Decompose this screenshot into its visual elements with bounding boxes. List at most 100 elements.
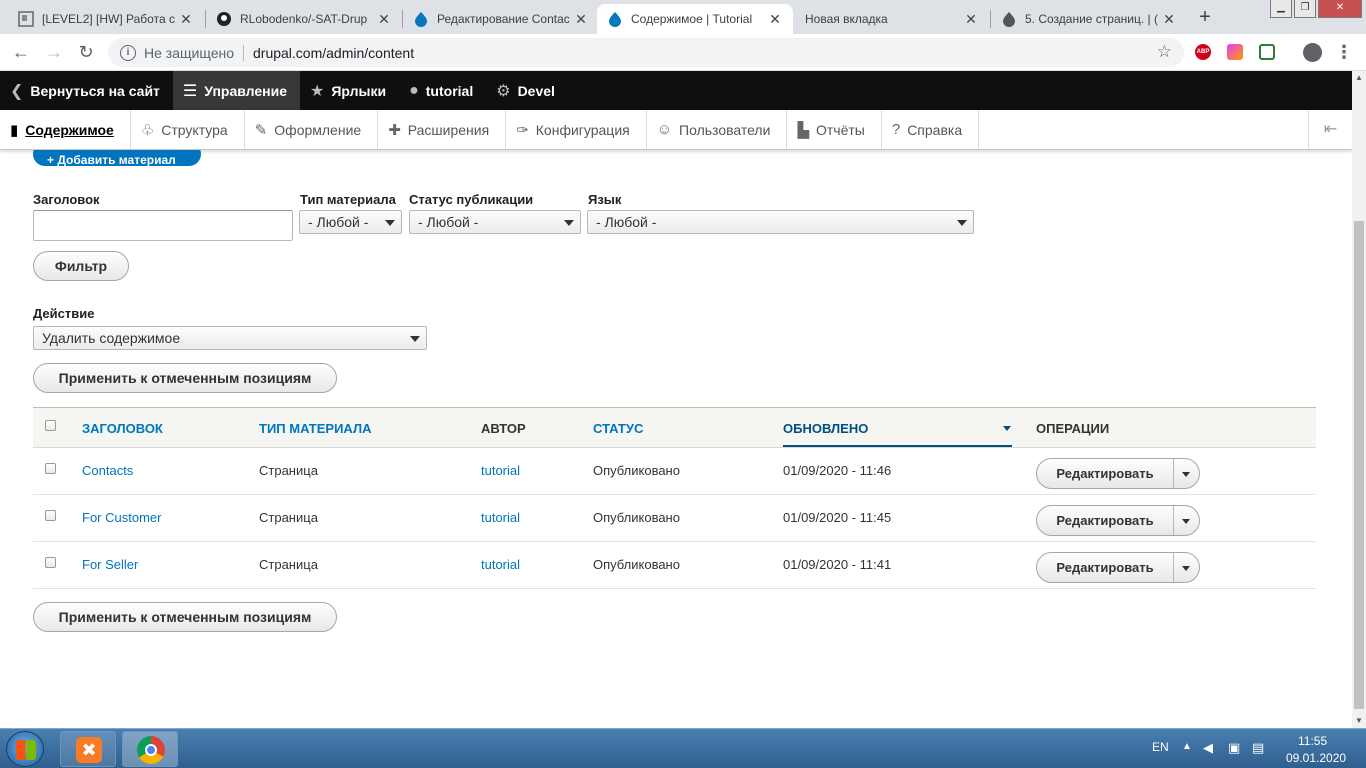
- scroll-down-icon[interactable]: ▼: [1352, 714, 1366, 728]
- language-indicator[interactable]: EN: [1152, 740, 1169, 754]
- row-checkbox[interactable]: [45, 557, 56, 568]
- extension-icon[interactable]: [1227, 44, 1243, 60]
- puzzle-icon: ✚: [388, 121, 401, 139]
- title-filter-input[interactable]: [33, 210, 293, 241]
- tray-item-content[interactable]: ▮ Содержимое: [0, 110, 131, 149]
- row-updated: 01/09/2020 - 11:45: [783, 510, 892, 525]
- type-filter-select[interactable]: - Любой -: [299, 210, 402, 234]
- row-title-link[interactable]: For Customer: [82, 510, 161, 525]
- url-text[interactable]: drupal.com/admin/content: [253, 45, 414, 61]
- browser-tab[interactable]: Новая вкладка ✕: [793, 4, 989, 34]
- browser-tab[interactable]: [LEVEL2] [HW] Работа с т ✕: [8, 4, 204, 34]
- close-icon[interactable]: ✕: [573, 11, 589, 28]
- clock-date[interactable]: 09.01.2020: [1286, 751, 1346, 765]
- toolbar-label: Ярлыки: [331, 82, 387, 99]
- security-label: Не защищено: [144, 44, 234, 61]
- edit-button[interactable]: Редактировать: [1037, 506, 1174, 535]
- devel-tab[interactable]: ⚙ Devel: [486, 71, 568, 110]
- header-status[interactable]: СТАТУС: [593, 421, 643, 436]
- admin-tray: ▮ Содержимое ♧ Структура ✎ Оформление ✚ …: [0, 110, 1352, 150]
- browser-tab[interactable]: Редактирование Contac ✕: [403, 4, 599, 34]
- content-table: ЗАГОЛОВОК ТИП МАТЕРИАЛА АВТОР СТАТУС ОБН…: [33, 407, 1316, 589]
- close-icon[interactable]: ✕: [767, 11, 783, 28]
- tray-item-help[interactable]: ? Справка: [882, 110, 980, 149]
- tray-item-structure[interactable]: ♧ Структура: [131, 110, 245, 149]
- scrollbar-thumb[interactable]: [1354, 221, 1364, 709]
- status-filter-select[interactable]: - Любой -: [409, 210, 581, 234]
- close-icon[interactable]: ✕: [963, 11, 979, 28]
- new-tab-button[interactable]: +: [1194, 6, 1216, 28]
- network-icon[interactable]: ▣: [1228, 740, 1240, 756]
- language-filter-select[interactable]: - Любой -: [587, 210, 974, 234]
- apply-selected-button-bottom[interactable]: Применить к отмеченным позициям: [33, 602, 337, 632]
- action-select[interactable]: Удалить содержимое: [33, 326, 427, 350]
- toolbar-label: Devel: [517, 82, 555, 99]
- browser-tab[interactable]: RLobodenko/-SAT-Drup ✕: [206, 4, 402, 34]
- tray-item-people[interactable]: ☺ Пользователи: [647, 110, 788, 149]
- row-checkbox[interactable]: [45, 510, 56, 521]
- close-icon[interactable]: ✕: [376, 11, 392, 28]
- close-icon[interactable]: ✕: [1161, 11, 1177, 28]
- browser-tab[interactable]: 5. Создание страниц. | ( ✕: [991, 4, 1187, 34]
- page-scrollbar[interactable]: ▲ ▼: [1352, 71, 1366, 728]
- tray-item-extend[interactable]: ✚ Расширения: [378, 110, 507, 149]
- tray-item-reports[interactable]: ▙ Отчёты: [787, 110, 882, 149]
- scroll-up-icon[interactable]: ▲: [1352, 71, 1366, 85]
- extension-icon[interactable]: [1259, 44, 1275, 60]
- header-title[interactable]: ЗАГОЛОВОК: [82, 421, 163, 436]
- row-status: Опубликовано: [593, 510, 680, 525]
- structure-icon: ♧: [140, 121, 155, 139]
- row-checkbox[interactable]: [45, 463, 56, 474]
- chevron-down-icon[interactable]: [1182, 519, 1190, 528]
- add-content-button[interactable]: + Добавить материал: [33, 150, 201, 167]
- close-window-button[interactable]: ✕: [1318, 0, 1362, 18]
- info-icon[interactable]: i: [120, 44, 136, 61]
- chevron-down-icon[interactable]: [1182, 472, 1190, 481]
- row-author-link[interactable]: tutorial: [481, 510, 520, 525]
- minimize-button[interactable]: ▁: [1270, 0, 1292, 18]
- row-title-link[interactable]: For Seller: [82, 557, 138, 572]
- header-type[interactable]: ТИП МАТЕРИАЛА: [259, 421, 372, 436]
- xampp-taskbar-icon[interactable]: ✖: [60, 731, 116, 767]
- tray-item-configuration[interactable]: ✑ Конфигурация: [506, 110, 647, 149]
- filter-button[interactable]: Фильтр: [33, 251, 129, 281]
- tray-item-appearance[interactable]: ✎ Оформление: [245, 110, 379, 149]
- tray-orientation-toggle-icon[interactable]: ⇤: [1308, 110, 1352, 149]
- reload-button[interactable]: ↻: [76, 42, 96, 62]
- edit-button[interactable]: Редактировать: [1037, 553, 1174, 582]
- restore-button[interactable]: ❐: [1294, 0, 1316, 18]
- github-icon: [216, 11, 232, 27]
- power-icon[interactable]: ▤: [1252, 740, 1264, 756]
- profile-icon[interactable]: [1303, 43, 1322, 62]
- row-title-link[interactable]: Contacts: [82, 463, 133, 478]
- adblock-icon[interactable]: ABP: [1195, 44, 1211, 60]
- close-icon[interactable]: ✕: [178, 11, 194, 28]
- clock-time[interactable]: 11:55: [1298, 734, 1327, 748]
- forward-button[interactable]: →: [44, 42, 64, 62]
- volume-icon[interactable]: ◀: [1203, 740, 1213, 756]
- bookmark-star-icon[interactable]: ☆: [1157, 42, 1172, 62]
- chrome-taskbar-icon[interactable]: [122, 731, 178, 767]
- toolbar-label: tutorial: [425, 82, 474, 99]
- omnibox[interactable]: i Не защищено drupal.com/admin/content ☆: [108, 38, 1184, 67]
- back-button[interactable]: ←: [11, 42, 31, 62]
- menu-dots-icon[interactable]: ⋮: [1334, 42, 1354, 62]
- windows-taskbar: ✖ EN ▲ ◀ ▣ ▤ 11:55 09.01.2020: [0, 728, 1366, 768]
- row-type: Страница: [259, 463, 318, 478]
- select-all-checkbox[interactable]: [45, 420, 56, 431]
- apply-selected-button[interactable]: Применить к отмеченным позициям: [33, 363, 337, 393]
- chevron-down-icon[interactable]: [1182, 566, 1190, 575]
- row-author-link[interactable]: tutorial: [481, 463, 520, 478]
- manage-tab[interactable]: ☰ Управление: [172, 71, 301, 110]
- edit-button[interactable]: Редактировать: [1037, 459, 1174, 488]
- shortcuts-tab[interactable]: ★ Ярлыки: [300, 71, 399, 110]
- user-tab[interactable]: ● tutorial: [399, 71, 486, 110]
- show-hidden-icons-icon[interactable]: ▲: [1182, 741, 1192, 752]
- header-updated[interactable]: ОБНОВЛЕНО: [783, 421, 868, 436]
- toolbar-label: Вернуться на сайт: [30, 82, 160, 99]
- row-author-link[interactable]: tutorial: [481, 557, 520, 572]
- browser-tab-active[interactable]: Содержимое | Tutorial ✕: [597, 4, 793, 34]
- back-to-site-link[interactable]: ❮ Вернуться на сайт: [0, 71, 173, 110]
- status-filter-label: Статус публикации: [409, 192, 534, 207]
- start-button[interactable]: [6, 731, 44, 767]
